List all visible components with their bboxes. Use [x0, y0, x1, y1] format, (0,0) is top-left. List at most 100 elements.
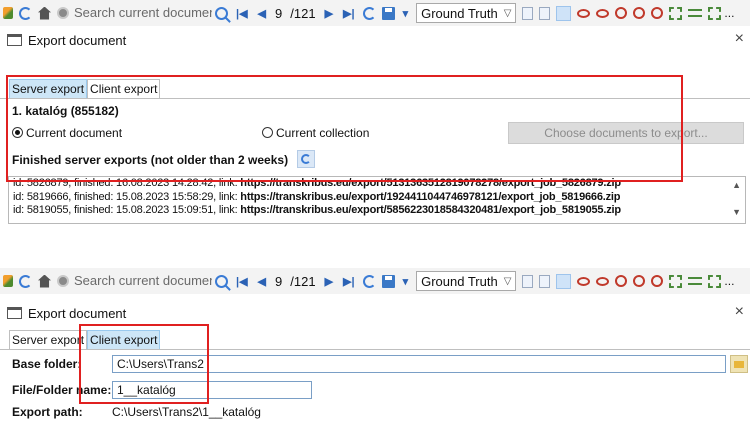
choose-documents-button[interactable]: Choose documents to export... — [508, 122, 744, 144]
selection-mode-icon[interactable] — [556, 273, 572, 289]
document-heading: 1. katalóg (855182) — [12, 104, 119, 118]
export-info: id: 5819666, finished: 15.08.2023 15:58:… — [13, 190, 241, 203]
fit-height-icon[interactable] — [708, 6, 722, 20]
window-icon — [7, 307, 22, 319]
export-path-value: C:\Users\Trans2\1__katalóg — [112, 405, 261, 419]
selection-mode-icon[interactable] — [556, 5, 572, 21]
refresh-page-icon[interactable] — [362, 274, 376, 288]
zoom-icon[interactable] — [615, 7, 628, 19]
copy-icon[interactable] — [522, 6, 534, 20]
folder-icon — [734, 361, 744, 368]
fit-height-icon[interactable] — [708, 274, 722, 288]
finished-exports-label: Finished server exports (not older than … — [12, 153, 289, 167]
radio-selected-icon — [12, 127, 23, 138]
radio-label: Current document — [26, 126, 123, 140]
pin-icon[interactable] — [57, 275, 69, 287]
save-icon[interactable] — [381, 274, 395, 288]
browse-folder-button[interactable] — [730, 355, 748, 373]
prev-page-icon[interactable]: ◀ — [258, 7, 266, 20]
chevron-down-icon: ▽ — [503, 7, 512, 19]
search-input[interactable]: Search current document... — [72, 271, 212, 291]
main-toolbar-bottom: Search current document... |◀ ◀ 9 /121 ▶… — [0, 268, 750, 294]
page-number-input[interactable]: 9 — [275, 274, 282, 289]
fit-page-icon[interactable] — [669, 274, 683, 288]
scroll-up-icon[interactable]: ▲ — [732, 180, 741, 190]
import-icon[interactable] — [3, 7, 13, 19]
radio-unselected-icon — [262, 127, 273, 138]
pin-icon[interactable] — [57, 7, 69, 19]
page-total: /121 — [290, 273, 316, 289]
page-total: /121 — [290, 5, 316, 21]
radio-current-collection[interactable]: Current collection — [262, 126, 369, 140]
save-dropdown-chevron-icon[interactable]: ▾ — [403, 275, 409, 288]
view-icon[interactable] — [577, 276, 591, 286]
view-icon[interactable] — [577, 8, 591, 18]
zoom-out-icon[interactable] — [651, 7, 664, 19]
transcription-status-select[interactable]: Ground Truth ▽ — [416, 3, 517, 23]
refresh-page-icon[interactable] — [362, 6, 376, 20]
reload-icon[interactable] — [19, 6, 32, 20]
chevron-down-icon: ▽ — [503, 275, 512, 287]
document-icon[interactable] — [539, 274, 551, 288]
close-icon[interactable]: × — [735, 303, 744, 321]
fit-page-icon[interactable] — [669, 6, 683, 20]
save-dropdown-chevron-icon[interactable]: ▾ — [403, 7, 409, 20]
tab-server-export[interactable]: Server export — [9, 79, 88, 98]
finished-exports-list[interactable]: id: 5826879, finished: 16.08.2023 14:28:… — [8, 176, 746, 224]
search-input[interactable]: Search current document... — [72, 3, 212, 23]
layout-view-icon[interactable] — [596, 8, 610, 18]
toolbar-overflow[interactable]: ... — [724, 6, 734, 20]
list-item[interactable]: id: 5826879, finished: 16.08.2023 14:28:… — [13, 177, 745, 191]
import-icon[interactable] — [3, 275, 13, 287]
dialog-title: Export document — [28, 305, 127, 321]
copy-icon[interactable] — [522, 274, 534, 288]
file-folder-name-input[interactable]: 1__katalóg — [112, 381, 312, 399]
last-page-icon[interactable]: ▶| — [343, 275, 355, 288]
save-icon[interactable] — [381, 6, 395, 20]
list-item[interactable]: id: 5819055, finished: 15.08.2023 15:09:… — [13, 204, 745, 218]
library-icon[interactable] — [38, 6, 51, 20]
radio-current-document[interactable]: Current document — [12, 126, 122, 140]
zoom-in-icon[interactable] — [633, 7, 646, 19]
export-link[interactable]: https://transkribus.eu/export/5856223018… — [240, 204, 621, 216]
next-page-icon[interactable]: ▶ — [325, 275, 333, 288]
export-tabs-top: Server export Client export — [9, 79, 161, 98]
window-icon — [7, 34, 22, 46]
finished-exports-heading: Finished server exports (not older than … — [12, 150, 316, 168]
first-page-icon[interactable]: |◀ — [236, 275, 248, 288]
export-link[interactable]: https://transkribus.eu/export/5131363512… — [240, 177, 621, 189]
export-tabs-bottom: Server export Client export — [9, 330, 161, 349]
tab-server-export[interactable]: Server export — [9, 330, 88, 349]
scroll-down-icon[interactable]: ▼ — [732, 207, 741, 217]
list-item[interactable]: id: 5819666, finished: 15.08.2023 15:58:… — [13, 191, 745, 205]
search-icon[interactable] — [215, 6, 228, 20]
export-info: id: 5826879, finished: 16.08.2023 14:28:… — [13, 177, 241, 189]
refresh-exports-button[interactable] — [297, 150, 316, 168]
tab-client-export[interactable]: Client export — [87, 79, 161, 98]
refresh-icon — [301, 154, 312, 164]
library-icon[interactable] — [38, 274, 51, 288]
next-page-icon[interactable]: ▶ — [325, 7, 333, 20]
tab-client-export[interactable]: Client export — [87, 330, 161, 349]
zoom-in-icon[interactable] — [633, 275, 646, 287]
last-page-icon[interactable]: ▶| — [343, 7, 355, 20]
tab-divider — [0, 349, 750, 350]
export-link[interactable]: https://transkribus.eu/export/1924411044… — [240, 191, 620, 203]
fit-width-icon[interactable] — [688, 277, 703, 285]
base-folder-input[interactable]: C:\Users\Trans2 — [112, 355, 726, 373]
export-path-label: Export path: — [12, 405, 83, 419]
layout-view-icon[interactable] — [596, 276, 610, 286]
toolbar-overflow[interactable]: ... — [724, 274, 734, 288]
fit-width-icon[interactable] — [688, 9, 703, 17]
main-toolbar-top: Search current document... |◀ ◀ 9 /121 ▶… — [0, 0, 750, 26]
first-page-icon[interactable]: |◀ — [236, 7, 248, 20]
close-icon[interactable]: × — [735, 30, 744, 48]
page-number-input[interactable]: 9 — [275, 6, 282, 21]
search-icon[interactable] — [215, 274, 228, 288]
zoom-out-icon[interactable] — [651, 275, 664, 287]
document-icon[interactable] — [539, 6, 551, 20]
transcription-status-select[interactable]: Ground Truth ▽ — [416, 271, 517, 291]
zoom-icon[interactable] — [615, 275, 628, 287]
reload-icon[interactable] — [19, 274, 32, 288]
prev-page-icon[interactable]: ◀ — [258, 275, 266, 288]
